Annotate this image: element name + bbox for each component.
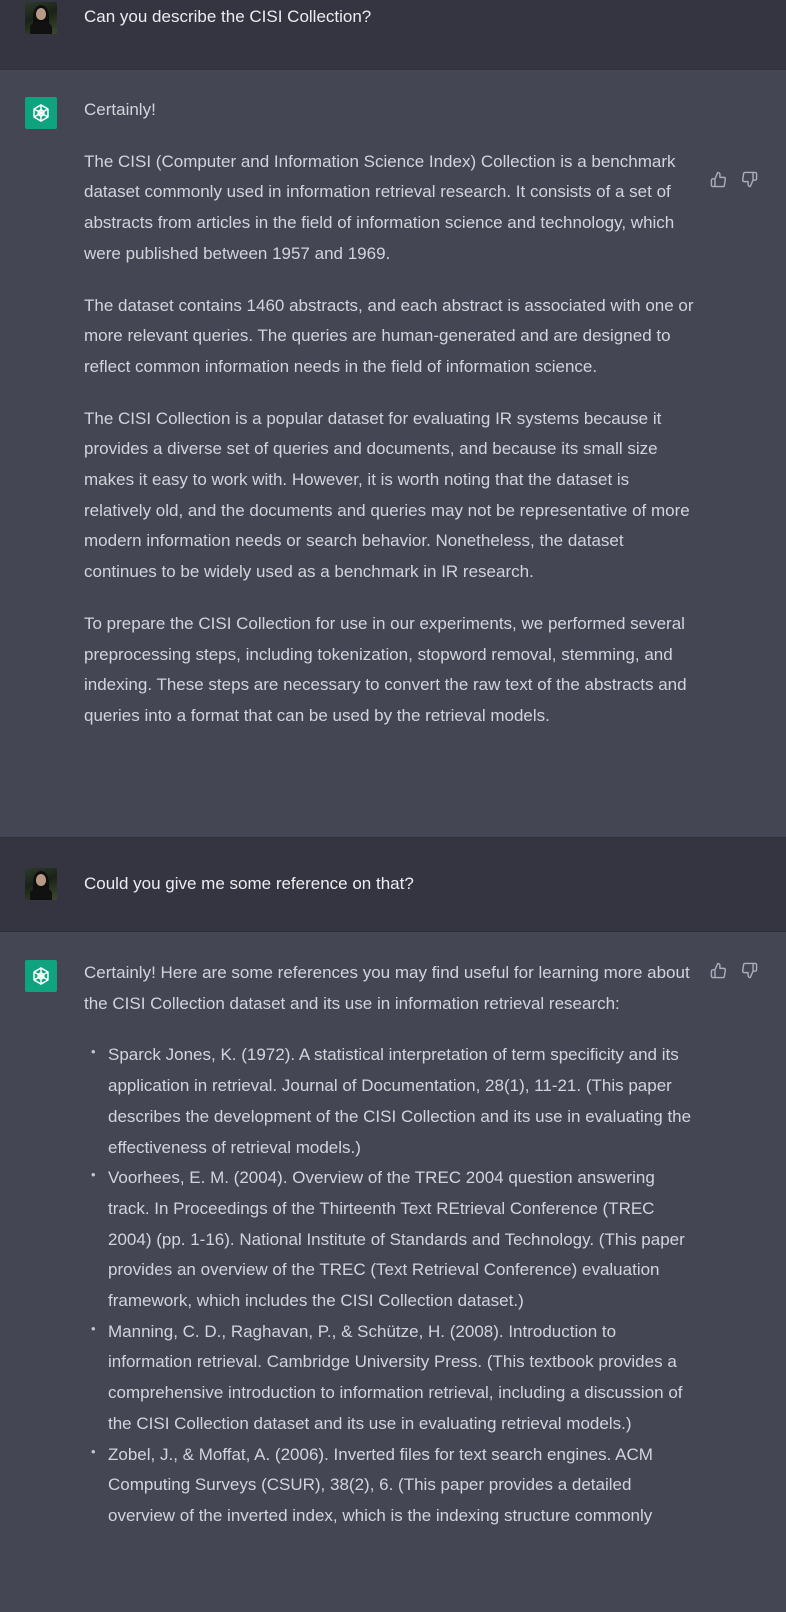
assistant-message-text: Certainly! Here are some references you … (84, 958, 694, 1532)
assistant-message-2: Certainly! Here are some references you … (0, 932, 786, 1612)
reference-item: Zobel, J., & Moffat, A. (2006). Inverted… (91, 1437, 694, 1532)
feedback-buttons (708, 960, 760, 981)
openai-logo-icon (25, 960, 57, 992)
assistant-message-text: Certainly! The CISI (Computer and Inform… (84, 95, 694, 732)
user-message-1: Can you describe the CISI Collection? (0, 0, 786, 70)
answer-paragraph: The CISI Collection is a popular dataset… (84, 408, 690, 582)
reference-item: Sparck Jones, K. (1972). A statistical i… (91, 1037, 694, 1163)
answer-intro: Certainly! Here are some references you … (84, 963, 690, 1013)
user-message-text: Can you describe the CISI Collection? (84, 7, 372, 26)
reference-item: Manning, C. D., Raghavan, P., & Schütze,… (91, 1314, 694, 1440)
user-avatar (25, 2, 57, 34)
feedback-buttons (708, 169, 760, 190)
answer-paragraph: To prepare the CISI Collection for use i… (84, 613, 687, 725)
thumbs-down-icon[interactable] (739, 960, 760, 981)
thumbs-up-icon[interactable] (708, 169, 729, 190)
reference-item: Voorhees, E. M. (2004). Overview of the … (91, 1160, 694, 1317)
thumbs-up-icon[interactable] (708, 960, 729, 981)
assistant-message-1: Certainly! The CISI (Computer and Inform… (0, 70, 786, 838)
answer-intro: Certainly! (84, 100, 156, 119)
thumbs-down-icon[interactable] (739, 169, 760, 190)
openai-logo-icon (25, 97, 57, 129)
user-message-text: Could you give me some reference on that… (84, 874, 414, 893)
user-message-2: Could you give me some reference on that… (0, 838, 786, 932)
reference-list: Sparck Jones, K. (1972). A statistical i… (84, 1037, 694, 1532)
answer-paragraph: The dataset contains 1460 abstracts, and… (84, 295, 694, 376)
user-avatar (25, 868, 57, 900)
answer-paragraph: The CISI (Computer and Information Scien… (84, 151, 676, 263)
